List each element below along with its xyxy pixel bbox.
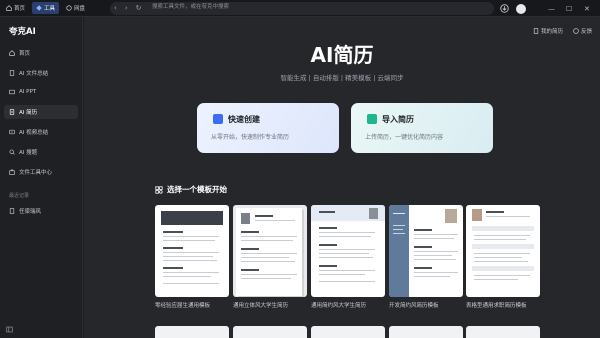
recent-item[interactable]: 任梁瑞风 — [4, 204, 78, 218]
user-avatar[interactable] — [516, 3, 526, 14]
sidebar-item-toolbox[interactable]: 文件工具中心 — [4, 165, 78, 179]
tab-label: 工具 — [44, 6, 56, 12]
page-subtitle: 智能生成 | 自动排版 | 精美模板 | 云端同步 — [280, 74, 404, 82]
maximize-icon[interactable]: ☐ — [566, 3, 572, 14]
main-content: 我的简历 反馈 AI简历 智能生成 | 自动排版 | 精美模板 | 云端同步 快… — [84, 17, 600, 338]
address-input[interactable]: 搜索工具文件，或在夸克中搜索 — [152, 3, 229, 11]
template-label: 开发简约风简历模板 — [389, 303, 439, 309]
forward-icon[interactable]: › — [125, 4, 128, 13]
template-label: 表格型通用求职简历模板 — [466, 303, 527, 309]
template-thumbnail — [389, 205, 463, 297]
import-resume-card[interactable]: 导入简历 上传简历，一键优化简历内容 — [351, 103, 493, 153]
refresh-icon[interactable]: ↻ — [136, 4, 142, 13]
sidebar-item-ppt[interactable]: AI PPT — [4, 85, 78, 99]
sidebar-item-label: AI 搜题 — [19, 150, 38, 156]
quick-create-desc: 从零开始，快速制作专业简历 — [211, 134, 290, 141]
resume-icon — [9, 109, 15, 115]
tab-label: 首页 — [14, 6, 26, 12]
title-bar: 首页 工具 网盘 ‹ › ↻ 搜索工具文件，或在夸克中搜索 — ☐ ✕ — [0, 0, 600, 17]
nav-buttons: ‹ › ↻ — [114, 4, 142, 13]
tab-cloud-drive[interactable]: 网盘 — [62, 2, 89, 14]
feedback-link[interactable]: 反馈 — [573, 27, 592, 35]
template-card[interactable]: 零经验应届生通用模板 — [155, 205, 229, 309]
feedback-label: 反馈 — [580, 29, 592, 35]
sidebar-item-label: AI 视频总结 — [19, 130, 49, 136]
close-icon[interactable]: ✕ — [584, 3, 590, 14]
template-thumbnail — [466, 205, 540, 297]
template-thumbnail — [233, 205, 307, 297]
page-title: AI简历 — [310, 43, 374, 67]
download-icon[interactable] — [500, 3, 509, 14]
search-question-icon — [9, 149, 15, 155]
template-card[interactable]: 表格型通用求职简历模板 — [466, 205, 540, 309]
tools-icon — [36, 5, 42, 11]
template-section-label: 选择一个模板开始 — [167, 185, 227, 194]
back-icon[interactable]: ‹ — [114, 4, 117, 13]
file-summary-icon — [9, 70, 15, 76]
sidebar-item-label: 文件工具中心 — [19, 170, 53, 176]
my-resume-link[interactable]: 我的简历 — [533, 27, 563, 35]
home-icon — [6, 5, 12, 11]
template-card-partial[interactable] — [155, 326, 229, 338]
template-card-partial[interactable] — [389, 326, 463, 338]
tab-home[interactable]: 首页 — [2, 2, 29, 14]
app-brand: 夸克AI — [9, 27, 36, 37]
my-resume-label: 我的简历 — [540, 29, 563, 35]
top-tabs: 首页 工具 网盘 — [2, 2, 89, 14]
quick-create-icon — [213, 114, 223, 124]
feedback-icon — [573, 28, 579, 34]
sidebar-item-home[interactable]: 首页 — [4, 46, 78, 60]
template-grid-icon — [155, 185, 163, 194]
sidebar-item-label: AI 文件总结 — [19, 71, 49, 77]
template-section-title: 选择一个模板开始 — [155, 184, 227, 195]
template-card-partial[interactable] — [466, 326, 540, 338]
recent-item-label: 任梁瑞风 — [19, 209, 42, 215]
template-card-partial[interactable] — [311, 326, 385, 338]
sidebar-item-search-question[interactable]: AI 搜题 — [4, 145, 78, 159]
template-card-partial[interactable] — [233, 326, 307, 338]
template-thumbnail — [155, 205, 229, 297]
app-window: 首页 工具 网盘 ‹ › ↻ 搜索工具文件，或在夸克中搜索 — ☐ ✕ 夸克AI… — [0, 0, 600, 338]
cloud-drive-icon — [66, 5, 72, 11]
sidebar: 夸克AI 首页 AI 文件总结 AI PPT AI 简历 AI 视频总结 AI … — [0, 17, 83, 338]
tab-label: 网盘 — [74, 6, 86, 12]
quick-create-title: 快速创建 — [228, 115, 260, 124]
template-card[interactable]: 开发简约风简历模板 — [389, 205, 463, 309]
sidebar-item-label: AI 简历 — [19, 110, 38, 116]
ppt-icon — [9, 89, 15, 95]
toolbox-icon — [9, 169, 15, 175]
template-label: 通用立体风大学生简历 — [233, 303, 289, 309]
quick-create-card[interactable]: 快速创建 从零开始，快速制作专业简历 — [197, 103, 339, 153]
sidebar-item-label: 首页 — [19, 51, 31, 57]
sidebar-item-label: AI PPT — [19, 89, 37, 95]
import-resume-desc: 上传简历，一键优化简历内容 — [365, 134, 444, 141]
video-summary-icon — [9, 129, 15, 135]
recent-section-title: 最近记录 — [9, 193, 30, 199]
template-label: 通用简约风大学生简历 — [311, 303, 367, 309]
template-label: 零经验应届生通用模板 — [155, 303, 211, 309]
sidebar-item-video-summary[interactable]: AI 视频总结 — [4, 125, 78, 139]
minimize-icon[interactable]: — — [548, 3, 555, 14]
tab-tools[interactable]: 工具 — [32, 2, 60, 14]
home-icon — [9, 50, 15, 56]
main-top-links: 我的简历 反馈 — [533, 27, 592, 35]
sidebar-item-file-summary[interactable]: AI 文件总结 — [4, 66, 78, 80]
template-card[interactable]: 通用简约风大学生简历 — [311, 205, 385, 309]
template-thumbnail — [311, 205, 385, 297]
document-icon — [533, 28, 539, 34]
collapse-sidebar-icon[interactable] — [6, 326, 13, 333]
record-icon — [9, 208, 15, 214]
import-resume-title: 导入简历 — [382, 115, 414, 124]
template-card[interactable]: 通用立体风大学生简历 — [233, 205, 307, 309]
sidebar-item-resume[interactable]: AI 简历 — [4, 105, 78, 119]
import-resume-icon — [367, 114, 377, 124]
